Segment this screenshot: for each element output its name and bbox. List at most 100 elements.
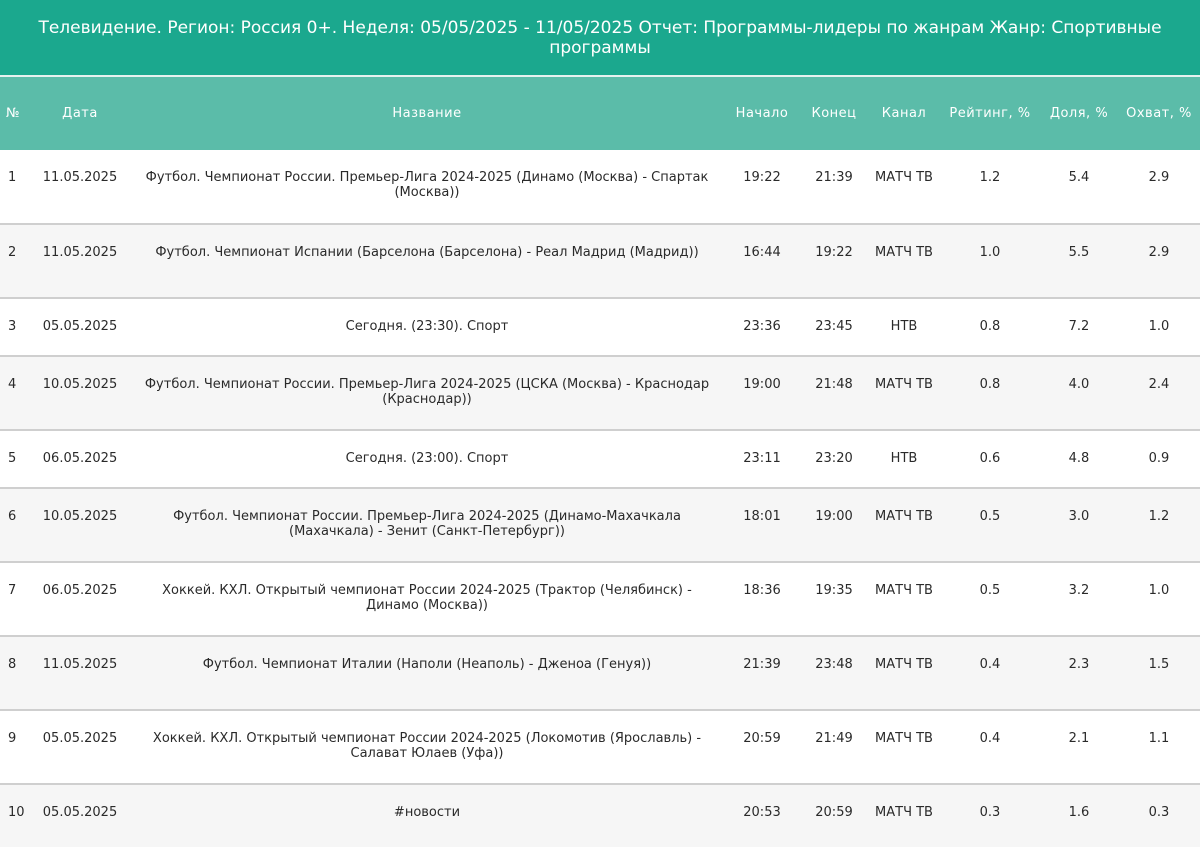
row-num: 2 [8,245,17,260]
table-row: 2 11.05.2025 Футбол. Чемпионат Испании (… [0,224,1200,298]
row-start: 20:53 [743,805,781,820]
row-start: 19:22 [743,170,781,185]
row-channel: МАТЧ ТВ [875,509,933,524]
row-channel: МАТЧ ТВ [875,377,933,392]
row-channel: МАТЧ ТВ [875,805,933,820]
row-reach: 0.9 [1148,451,1170,466]
row-channel: МАТЧ ТВ [875,657,933,672]
header-end[interactable]: Конец [800,77,868,150]
row-name: Футбол. Чемпионат России. Премьер-Лига 2… [144,377,710,407]
row-name: Футбол. Чемпионат Италии (Наполи (Неапол… [202,657,652,672]
header-date[interactable]: Дата [30,77,130,150]
row-share: 5.4 [1068,170,1090,185]
row-share: 4.0 [1068,377,1090,392]
row-date: 05.05.2025 [42,319,118,334]
row-start: 18:36 [743,583,781,598]
row-rating: 0.5 [979,583,1001,598]
row-start: 19:00 [743,377,781,392]
row-num: 7 [8,583,17,598]
row-name: Сегодня. (23:00). Спорт [345,451,509,466]
row-rating: 0.8 [979,319,1001,334]
ratings-table: № Дата Название Начало Конец Канал Рейти… [0,77,1200,847]
row-reach: 1.1 [1148,731,1170,746]
row-name: Сегодня. (23:30). Спорт [345,319,509,334]
row-channel: МАТЧ ТВ [875,731,933,746]
row-share: 3.2 [1068,583,1090,598]
header-reach[interactable]: Охват, % [1118,77,1200,150]
row-end: 21:49 [815,731,853,746]
row-rating: 0.5 [979,509,1001,524]
table-row: 8 11.05.2025 Футбол. Чемпионат Италии (Н… [0,636,1200,710]
row-reach: 1.5 [1148,657,1170,672]
row-rating: 0.6 [979,451,1001,466]
row-end: 21:39 [815,170,853,185]
row-num: 4 [8,377,17,392]
row-name: Хоккей. КХЛ. Открытый чемпионат России 2… [152,731,702,761]
report-page: Телевидение. Регион: Россия 0+. Неделя: … [0,0,1200,847]
report-title-bar: Телевидение. Регион: Россия 0+. Неделя: … [0,0,1200,75]
row-channel: МАТЧ ТВ [875,245,933,260]
row-share: 2.1 [1068,731,1090,746]
row-rating: 0.4 [979,657,1001,672]
row-reach: 1.2 [1148,509,1170,524]
row-name: Футбол. Чемпионат России. Премьер-Лига 2… [173,509,681,539]
row-start: 23:36 [743,319,781,334]
row-reach: 1.0 [1148,319,1170,334]
row-start: 23:11 [743,451,781,466]
table-row: 7 06.05.2025 Хоккей. КХЛ. Открытый чемпи… [0,562,1200,636]
row-share: 7.2 [1068,319,1090,334]
header-share[interactable]: Доля, % [1040,77,1118,150]
table-body: 1 11.05.2025 Футбол. Чемпионат России. П… [0,150,1200,847]
row-rating: 0.8 [979,377,1001,392]
header-num[interactable]: № [0,77,30,150]
row-rating: 0.4 [979,731,1001,746]
report-title: Телевидение. Регион: Россия 0+. Неделя: … [38,17,1162,58]
header-channel[interactable]: Канал [868,77,940,150]
row-start: 21:39 [743,657,781,672]
row-start: 20:59 [743,731,781,746]
row-date: 06.05.2025 [42,583,118,598]
table-row: 5 06.05.2025 Сегодня. (23:00). Спорт 23:… [0,430,1200,488]
row-num: 10 [8,805,25,820]
row-date: 05.05.2025 [42,805,118,820]
row-name: #новости [393,805,461,820]
row-date: 11.05.2025 [42,657,118,672]
row-share: 3.0 [1068,509,1090,524]
row-reach: 1.0 [1148,583,1170,598]
row-rating: 0.3 [979,805,1001,820]
row-reach: 2.9 [1148,245,1170,260]
row-reach: 2.4 [1148,377,1170,392]
row-share: 4.8 [1068,451,1090,466]
row-end: 23:20 [815,451,853,466]
row-rating: 1.0 [979,245,1001,260]
row-date: 05.05.2025 [42,731,118,746]
row-channel: НТВ [890,319,918,334]
row-end: 23:45 [815,319,853,334]
row-channel: НТВ [890,451,918,466]
row-channel: МАТЧ ТВ [875,583,933,598]
table-row: 9 05.05.2025 Хоккей. КХЛ. Открытый чемпи… [0,710,1200,784]
row-date: 11.05.2025 [42,170,118,185]
row-num: 1 [8,170,17,185]
row-share: 1.6 [1068,805,1090,820]
row-end: 19:22 [815,245,853,260]
row-date: 06.05.2025 [42,451,118,466]
row-name: Футбол. Чемпионат Испании (Барселона (Ба… [155,245,699,260]
row-num: 8 [8,657,17,672]
row-num: 5 [8,451,17,466]
header-rating[interactable]: Рейтинг, % [940,77,1040,150]
row-name: Футбол. Чемпионат России. Премьер-Лига 2… [145,170,709,200]
header-name[interactable]: Название [130,77,724,150]
row-reach: 0.3 [1148,805,1170,820]
row-date: 10.05.2025 [42,509,118,524]
row-date: 10.05.2025 [42,377,118,392]
row-num: 3 [8,319,17,334]
table-row: 1 11.05.2025 Футбол. Чемпионат России. П… [0,150,1200,224]
row-start: 16:44 [743,245,781,260]
row-end: 21:48 [815,377,853,392]
row-channel: МАТЧ ТВ [875,170,933,185]
row-end: 20:59 [815,805,853,820]
header-start[interactable]: Начало [724,77,800,150]
table-row: 6 10.05.2025 Футбол. Чемпионат России. П… [0,488,1200,562]
row-num: 9 [8,731,17,746]
